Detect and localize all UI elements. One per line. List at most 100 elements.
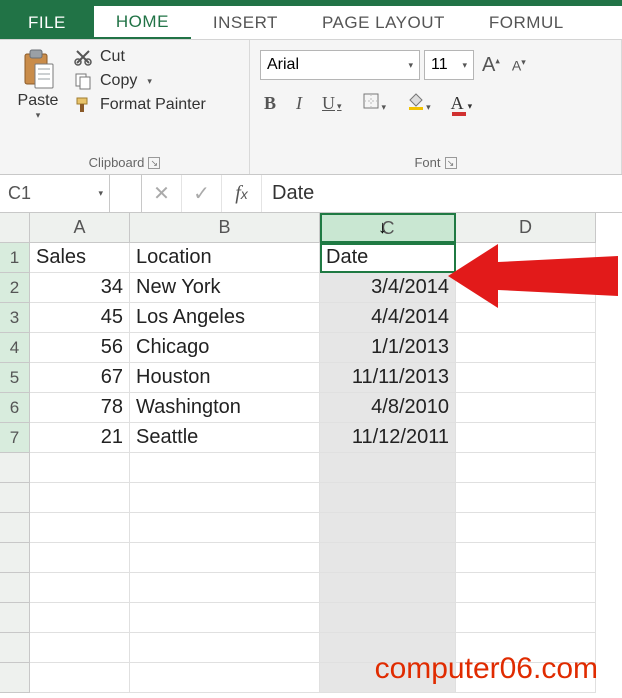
underline-button[interactable]: U▾ bbox=[318, 91, 346, 116]
cell[interactable]: 4/8/2010 bbox=[320, 393, 456, 423]
cell[interactable] bbox=[130, 663, 320, 693]
cell[interactable] bbox=[456, 393, 596, 423]
cell[interactable]: 11/12/2011 bbox=[320, 423, 456, 453]
cell[interactable] bbox=[30, 603, 130, 633]
cell[interactable]: Chicago bbox=[130, 333, 320, 363]
row-header[interactable] bbox=[0, 633, 30, 663]
cell[interactable] bbox=[130, 483, 320, 513]
cell[interactable] bbox=[456, 603, 596, 633]
cell[interactable] bbox=[456, 363, 596, 393]
italic-button[interactable]: I bbox=[292, 91, 306, 116]
borders-button[interactable]: ▾ bbox=[358, 90, 391, 117]
cell[interactable] bbox=[320, 513, 456, 543]
cut-button[interactable]: Cut bbox=[74, 48, 206, 66]
paste-button[interactable]: Paste ▾ bbox=[10, 46, 66, 121]
cell[interactable] bbox=[456, 303, 596, 333]
row-header[interactable] bbox=[0, 513, 30, 543]
format-painter-button[interactable]: Format Painter bbox=[74, 96, 206, 114]
cell[interactable] bbox=[130, 543, 320, 573]
cell[interactable] bbox=[130, 633, 320, 663]
cell[interactable] bbox=[320, 603, 456, 633]
font-name-select[interactable]: Arial ▾ bbox=[260, 50, 420, 80]
cell[interactable] bbox=[130, 573, 320, 603]
cell[interactable] bbox=[456, 573, 596, 603]
cell[interactable] bbox=[320, 573, 456, 603]
cell[interactable]: 21 bbox=[30, 423, 130, 453]
row-header[interactable] bbox=[0, 483, 30, 513]
row-header[interactable]: 2 bbox=[0, 273, 30, 303]
row-header[interactable]: 6 bbox=[0, 393, 30, 423]
cell[interactable] bbox=[320, 543, 456, 573]
cell[interactable]: 3/4/2014 bbox=[320, 273, 456, 303]
cell[interactable] bbox=[30, 453, 130, 483]
tab-file[interactable]: FILE bbox=[0, 6, 94, 39]
select-all-corner[interactable] bbox=[0, 213, 30, 243]
row-header[interactable] bbox=[0, 663, 30, 693]
row-header[interactable]: 5 bbox=[0, 363, 30, 393]
cell[interactable] bbox=[320, 483, 456, 513]
cell[interactable]: Date bbox=[320, 243, 456, 273]
cell[interactable]: New York bbox=[130, 273, 320, 303]
cell[interactable]: Houston bbox=[130, 363, 320, 393]
cell[interactable] bbox=[456, 273, 596, 303]
cell[interactable]: Location bbox=[130, 243, 320, 273]
cell[interactable] bbox=[456, 333, 596, 363]
cell[interactable]: Sales bbox=[30, 243, 130, 273]
cell[interactable] bbox=[130, 603, 320, 633]
column-header-a[interactable]: A bbox=[30, 213, 130, 243]
increase-font-size-button[interactable]: A▴ bbox=[478, 52, 504, 79]
row-header[interactable]: 4 bbox=[0, 333, 30, 363]
insert-function-button[interactable]: fx bbox=[222, 175, 262, 212]
row-header[interactable] bbox=[0, 603, 30, 633]
decrease-font-size-button[interactable]: A▾ bbox=[508, 55, 530, 76]
cell[interactable]: 4/4/2014 bbox=[320, 303, 456, 333]
cell[interactable] bbox=[456, 453, 596, 483]
cell[interactable] bbox=[30, 513, 130, 543]
copy-button[interactable]: Copy ▾ bbox=[74, 72, 206, 90]
dialog-launcher-icon[interactable]: ↘ bbox=[148, 157, 160, 169]
font-color-button[interactable]: A▾ bbox=[447, 91, 477, 116]
cell[interactable] bbox=[456, 543, 596, 573]
cell[interactable] bbox=[30, 663, 130, 693]
tab-home[interactable]: HOME bbox=[94, 6, 191, 39]
fill-color-button[interactable]: ▾ bbox=[402, 90, 435, 117]
cell[interactable]: Washington bbox=[130, 393, 320, 423]
cell[interactable]: 1/1/2013 bbox=[320, 333, 456, 363]
tab-formulas[interactable]: FORMUL bbox=[467, 6, 586, 39]
font-size-select[interactable]: 11 ▾ bbox=[424, 50, 474, 80]
cell[interactable]: 11/11/2013 bbox=[320, 363, 456, 393]
column-header-c[interactable]: C bbox=[320, 213, 456, 243]
cell[interactable]: 45 bbox=[30, 303, 130, 333]
name-box[interactable]: C1 ▾ bbox=[0, 175, 110, 212]
row-header[interactable] bbox=[0, 573, 30, 603]
cell[interactable] bbox=[456, 513, 596, 543]
row-header[interactable]: 7 bbox=[0, 423, 30, 453]
cell[interactable] bbox=[30, 633, 130, 663]
row-header[interactable] bbox=[0, 453, 30, 483]
cancel-button[interactable]: ✕ bbox=[142, 175, 182, 212]
tab-page-layout[interactable]: PAGE LAYOUT bbox=[300, 6, 467, 39]
dialog-launcher-icon[interactable]: ↘ bbox=[445, 157, 457, 169]
cell[interactable] bbox=[30, 573, 130, 603]
cell[interactable] bbox=[456, 423, 596, 453]
cell[interactable] bbox=[30, 483, 130, 513]
tab-insert[interactable]: INSERT bbox=[191, 6, 300, 39]
cell[interactable] bbox=[30, 543, 130, 573]
row-header[interactable]: 3 bbox=[0, 303, 30, 333]
column-header-d[interactable]: D bbox=[456, 213, 596, 243]
cell[interactable] bbox=[456, 243, 596, 273]
cell[interactable] bbox=[130, 513, 320, 543]
cell[interactable]: Seattle bbox=[130, 423, 320, 453]
cell[interactable] bbox=[320, 453, 456, 483]
cell[interactable]: 56 bbox=[30, 333, 130, 363]
row-header[interactable]: 1 bbox=[0, 243, 30, 273]
cell[interactable]: Los Angeles bbox=[130, 303, 320, 333]
row-header[interactable] bbox=[0, 543, 30, 573]
cell[interactable] bbox=[456, 483, 596, 513]
column-header-b[interactable]: B bbox=[130, 213, 320, 243]
cell[interactable]: 78 bbox=[30, 393, 130, 423]
cell[interactable]: 67 bbox=[30, 363, 130, 393]
cell[interactable]: 34 bbox=[30, 273, 130, 303]
cell[interactable] bbox=[130, 453, 320, 483]
formula-input[interactable]: Date bbox=[262, 175, 622, 212]
